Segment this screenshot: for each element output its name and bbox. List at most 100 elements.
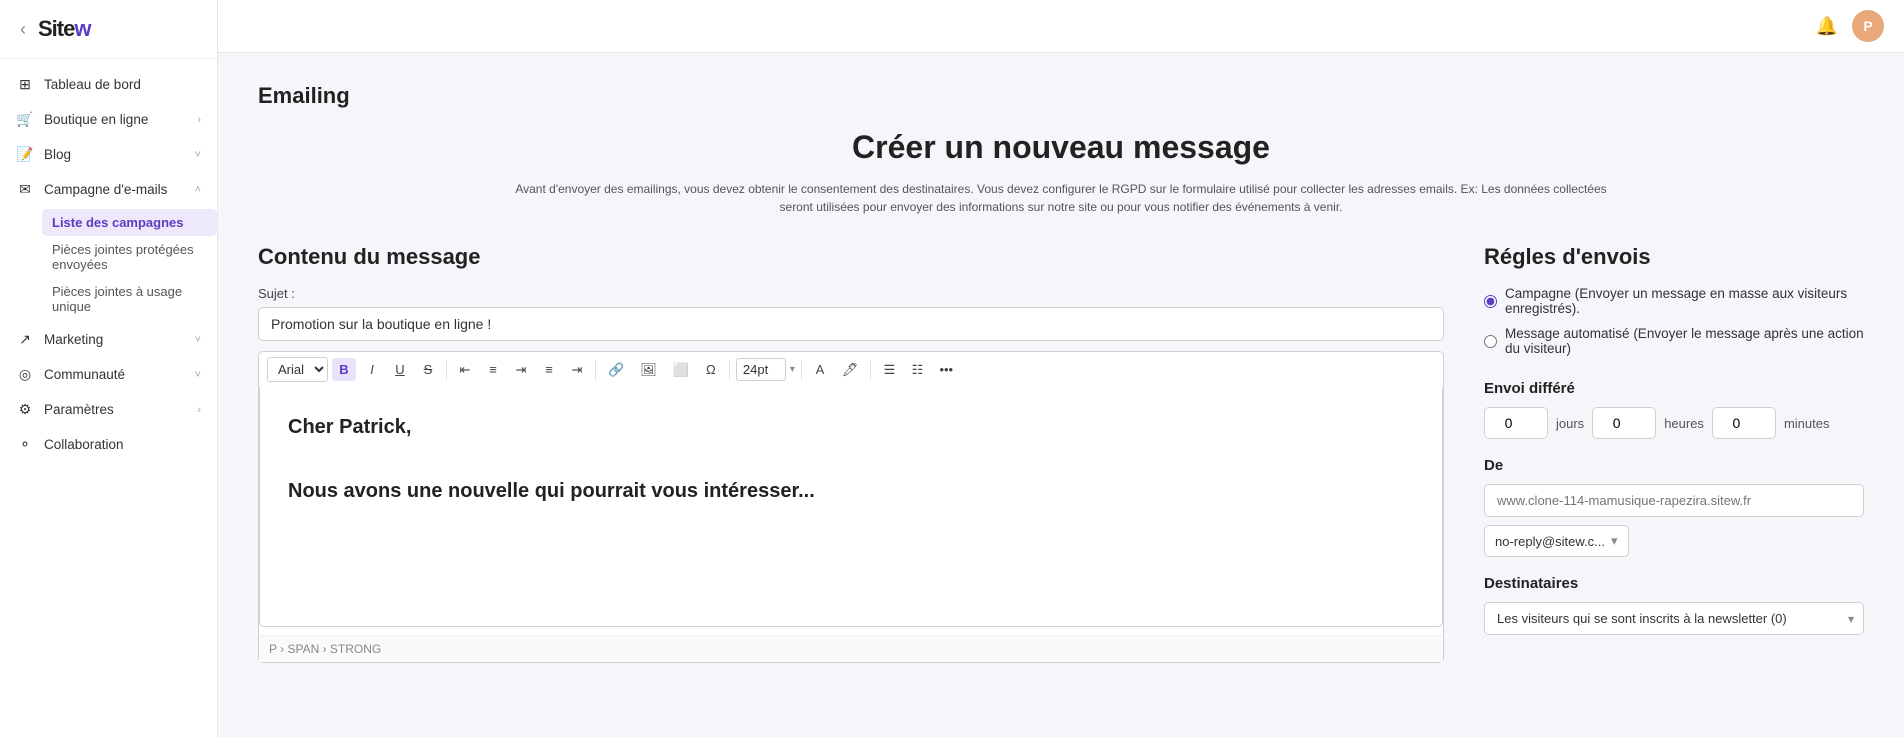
radio-campagne-input[interactable] <box>1484 295 1497 308</box>
content-section-title: Contenu du message <box>258 244 1444 270</box>
align-center-button[interactable]: ≡ <box>481 358 505 381</box>
align-right-button[interactable]: ⇥ <box>509 358 533 382</box>
underline-button[interactable]: U <box>388 358 412 381</box>
sidebar-item-blog[interactable]: 📝 Blog ˅ <box>0 137 217 172</box>
ordered-list-button[interactable]: ☷ <box>905 358 929 382</box>
embed-button[interactable]: ⬜ <box>667 358 695 382</box>
font-family-select[interactable]: Arial <box>267 357 328 382</box>
notification-icon[interactable]: 🔔 <box>1816 16 1838 37</box>
chevron-down-icon-3: ˅ <box>195 369 201 381</box>
more-options-button[interactable]: ••• <box>933 358 959 381</box>
indent-button[interactable]: ⇥ <box>565 358 589 382</box>
subject-input[interactable] <box>258 307 1444 341</box>
editor-line-1: Cher Patrick, <box>288 411 1414 443</box>
chevron-right-icon: › <box>197 114 201 126</box>
editor-content: Cher Patrick, Nous avons une nouvelle qu… <box>288 411 1414 507</box>
from-email-dropdown[interactable]: no-reply@sitew.c... ▾ <box>1484 525 1629 557</box>
sidebar-item-boutique[interactable]: 🛒 Boutique en ligne › <box>0 102 217 137</box>
jours-input[interactable] <box>1484 407 1548 439</box>
sidebar-item-boutique-label: Boutique en ligne <box>44 112 148 127</box>
sidebar-logo: ‹ Sitew <box>0 0 217 59</box>
boutique-icon: 🛒 <box>16 111 34 128</box>
font-color-button[interactable]: A <box>808 358 832 381</box>
topbar: 🔔 P <box>218 0 1904 53</box>
align-justify-button[interactable]: ≡ <box>537 358 561 381</box>
envoi-differe-title: Envoi différé <box>1484 380 1864 397</box>
heures-label: heures <box>1664 416 1704 431</box>
strikethrough-button[interactable]: S <box>416 358 440 381</box>
chevron-down-icon: ˅ <box>195 149 201 161</box>
chevron-right-icon-2: › <box>197 404 201 416</box>
radio-automatise-label: Message automatisé (Envoyer le message a… <box>1505 326 1864 356</box>
special-char-button[interactable]: Ω <box>699 358 723 381</box>
radio-campagne-label: Campagne (Envoyer un message en masse au… <box>1505 286 1864 316</box>
marketing-icon: ↗ <box>16 331 34 348</box>
radio-campagne[interactable]: Campagne (Envoyer un message en masse au… <box>1484 286 1864 316</box>
avatar[interactable]: P <box>1852 10 1884 42</box>
logo-site: Site <box>38 16 74 41</box>
subject-label: Sujet : <box>258 286 1444 301</box>
font-size-group: ▾ <box>736 358 795 381</box>
communaute-icon: ◎ <box>16 366 34 383</box>
sidebar-item-parametres[interactable]: ⚙ Paramètres › <box>0 392 217 427</box>
editor-toolbar: Arial B I U S ⇤ ≡ ⇥ ≡ ⇥ 🔗 🖼 ⬜ Ω <box>258 351 1444 387</box>
dropdown-chevron-icon: ▾ <box>1611 533 1618 549</box>
bullet-list-button[interactable]: ☰ <box>877 358 901 382</box>
highlight-button[interactable]: 🖊 <box>836 358 865 382</box>
minutes-input[interactable] <box>1712 407 1776 439</box>
italic-button[interactable]: I <box>360 358 384 381</box>
destinataires-select-wrapper: Les visiteurs qui se sont inscrits à la … <box>1484 602 1864 635</box>
sidebar-item-pj-protegees[interactable]: Pièces jointes protégées envoyées <box>42 236 217 278</box>
sidebar-item-campagne[interactable]: ✉ Campagne d'e-mails ˄ <box>0 172 217 207</box>
destinataires-select[interactable]: Les visiteurs qui se sont inscrits à la … <box>1484 602 1864 635</box>
sidebar-navigation: ⊞ Tableau de bord 🛒 Boutique en ligne › … <box>0 59 217 470</box>
from-domain-input <box>1484 484 1864 517</box>
heures-input[interactable] <box>1592 407 1656 439</box>
sidebar-item-tableau[interactable]: ⊞ Tableau de bord <box>0 67 217 102</box>
divider-3 <box>729 360 730 380</box>
editor-breadcrumb: P › SPAN › STRONG <box>259 635 1443 662</box>
divider-2 <box>595 360 596 380</box>
back-button[interactable]: ‹ <box>16 19 30 40</box>
sidebar-item-collaboration-label: Collaboration <box>44 437 124 452</box>
image-button[interactable]: 🖼 <box>634 358 663 382</box>
sidebar-item-collaboration[interactable]: ⚬ Collaboration <box>0 427 217 462</box>
sidebar-item-tableau-label: Tableau de bord <box>44 77 141 92</box>
editor-line-2: Nous avons une nouvelle qui pourrait vou… <box>288 475 1414 507</box>
sidebar-item-marketing[interactable]: ↗ Marketing ˅ <box>0 322 217 357</box>
from-email-value: no-reply@sitew.c... <box>1495 534 1605 549</box>
page-breadcrumb: Emailing <box>258 83 1864 109</box>
editor-container: Cher Patrick, Nous avons une nouvelle qu… <box>258 387 1444 663</box>
divider-1 <box>446 360 447 380</box>
blog-icon: 📝 <box>16 146 34 163</box>
radio-automatise-input[interactable] <box>1484 335 1497 348</box>
sidebar-item-communaute-label: Communauté <box>44 367 125 382</box>
minutes-label: minutes <box>1784 416 1830 431</box>
sidebar: ‹ Sitew ⊞ Tableau de bord 🛒 Boutique en … <box>0 0 218 737</box>
parametres-icon: ⚙ <box>16 401 34 418</box>
font-size-input[interactable] <box>736 358 786 381</box>
chevron-up-icon: ˄ <box>195 184 201 196</box>
jours-label: jours <box>1556 416 1584 431</box>
campagne-submenu: Liste des campagnes Pièces jointes proté… <box>0 207 217 322</box>
bold-button[interactable]: B <box>332 358 356 381</box>
sidebar-item-pj-unique[interactable]: Pièces jointes à usage unique <box>42 278 217 320</box>
envoi-differe-group: Envoi différé jours heures minutes <box>1484 380 1864 439</box>
rules-section-title: Régles d'envois <box>1484 244 1864 270</box>
divider-5 <box>870 360 871 380</box>
sidebar-item-marketing-label: Marketing <box>44 332 103 347</box>
page-body: Emailing Créer un nouveau message Avant … <box>218 53 1904 737</box>
editor-area[interactable]: Cher Patrick, Nous avons une nouvelle qu… <box>259 387 1443 627</box>
sidebar-item-communaute[interactable]: ◎ Communauté ˅ <box>0 357 217 392</box>
align-left-button[interactable]: ⇤ <box>453 358 477 382</box>
font-size-chevron: ▾ <box>790 364 795 375</box>
link-button[interactable]: 🔗 <box>602 358 630 382</box>
destinataires-title: Destinataires <box>1484 575 1864 592</box>
radio-automatise[interactable]: Message automatisé (Envoyer le message a… <box>1484 326 1864 356</box>
sidebar-item-campagne-label: Campagne d'e-mails <box>44 182 167 197</box>
sidebar-item-liste-campagnes[interactable]: Liste des campagnes <box>42 209 217 236</box>
tableau-icon: ⊞ <box>16 76 34 93</box>
campagne-icon: ✉ <box>16 181 34 198</box>
de-title: De <box>1484 457 1864 474</box>
logo: Sitew <box>38 16 90 42</box>
